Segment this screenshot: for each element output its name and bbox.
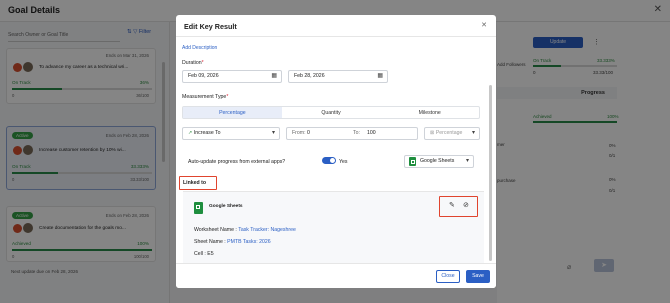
direction-select[interactable]: ↗ Increase To ▾ xyxy=(182,127,280,140)
save-button[interactable]: Save xyxy=(466,270,490,283)
chevron-down-icon: ▾ xyxy=(465,158,469,164)
to-input[interactable]: 100 xyxy=(367,128,376,139)
calendar-icon[interactable]: ▦ xyxy=(271,71,277,82)
add-description-link[interactable]: Add Description xyxy=(182,45,217,51)
trend-up-icon: ↗ xyxy=(188,130,193,136)
dialog-footer: Close Save xyxy=(176,263,496,288)
measurement-type-tabs: Percentage Quantity Milestone xyxy=(182,106,480,119)
to-label: To: xyxy=(353,130,360,136)
unit-value: Percentage xyxy=(435,130,463,136)
dialog-header: Edit Key Result ✕ xyxy=(176,15,496,37)
duration-label: Duration* xyxy=(182,60,204,66)
calendar-icon[interactable]: ▦ xyxy=(377,71,383,82)
auto-update-value: Yes xyxy=(339,159,348,165)
google-sheets-icon xyxy=(194,202,203,214)
start-date-value: Feb 09, 2026 xyxy=(188,73,219,79)
sheet-row: Sheet Name : PMTB Tasks: 2026 xyxy=(194,239,271,245)
action-icons-highlight xyxy=(439,196,478,217)
end-date-value: Feb 28, 2026 xyxy=(294,73,325,79)
unit-select[interactable]: ⊠ Percentage ▾ xyxy=(424,127,480,140)
unit-icon: ⊠ xyxy=(430,130,435,136)
chevron-down-icon: ▾ xyxy=(471,130,475,136)
tab-quantity[interactable]: Quantity xyxy=(282,107,381,118)
dialog-title: Edit Key Result xyxy=(184,22,237,31)
source-value: Google Sheets xyxy=(420,158,455,164)
from-input[interactable]: 0 xyxy=(307,130,310,136)
from-label: From: xyxy=(292,130,306,136)
start-date-field[interactable]: Feb 09, 2026 ▦ xyxy=(182,70,282,83)
worksheet-value[interactable]: Task Tracker: Nageshree xyxy=(238,227,296,233)
tab-milestone[interactable]: Milestone xyxy=(380,107,479,118)
auto-update-toggle[interactable] xyxy=(322,157,336,164)
unlink-icon[interactable]: ⊘ xyxy=(463,201,469,209)
close-icon[interactable]: ✕ xyxy=(481,21,487,29)
google-sheets-icon xyxy=(409,157,416,166)
measurement-type-label: Measurement Type* xyxy=(182,94,229,100)
linked-app-name: Google Sheets xyxy=(209,204,243,209)
source-select[interactable]: Google Sheets ▾ xyxy=(404,155,474,168)
sheet-value[interactable]: PMTB Tasks: 2026 xyxy=(227,239,270,245)
tab-percentage[interactable]: Percentage xyxy=(183,107,282,118)
direction-value: Increase To xyxy=(193,130,221,136)
worksheet-row: Worksheet Name : Task Tracker: Nageshree xyxy=(194,227,296,233)
toggle-knob xyxy=(330,158,335,163)
range-field[interactable]: From: 0 To: 100 xyxy=(286,127,418,140)
chevron-down-icon: ▾ xyxy=(271,130,275,136)
edit-icon[interactable]: ✎ xyxy=(449,201,455,209)
close-button[interactable]: Close xyxy=(436,270,460,283)
end-date-field[interactable]: Feb 28, 2026 ▦ xyxy=(288,70,388,83)
linked-sheet-card: Google Sheets ✎ ⊘ Worksheet Name : Task … xyxy=(183,191,484,263)
auto-update-label: Auto-update progress from external apps? xyxy=(188,159,286,165)
dialog-scrollbar[interactable] xyxy=(489,85,492,261)
linked-to-label: Linked to xyxy=(183,180,207,186)
edit-key-result-dialog: Edit Key Result ✕ Add Description Durati… xyxy=(176,15,496,288)
cell-value: E5 xyxy=(207,251,214,257)
cell-row: Cell : E5 xyxy=(194,251,214,257)
